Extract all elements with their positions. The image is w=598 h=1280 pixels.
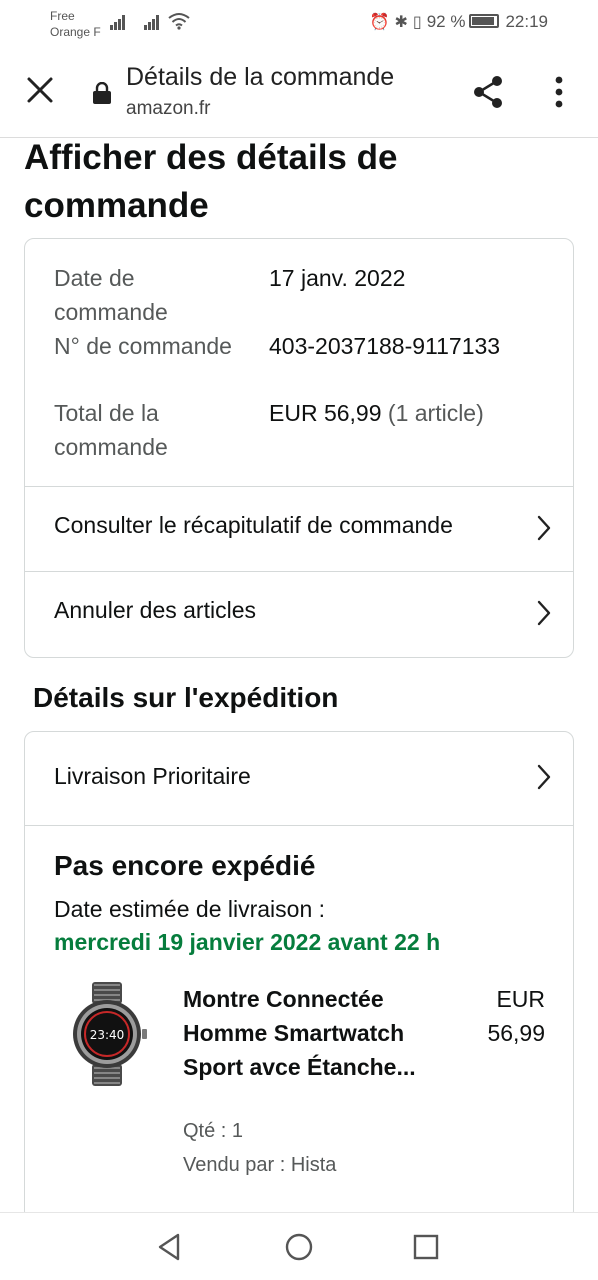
clock: 22:19 bbox=[505, 12, 548, 31]
status-right: ⏰ ✱ ▯ 92 % 22:19 bbox=[370, 12, 548, 32]
order-total-amount: EUR 56,99 bbox=[269, 400, 382, 426]
order-date-label: Date de commande bbox=[54, 265, 168, 325]
watch-display: 23:40 bbox=[90, 1028, 125, 1042]
shipment-status: Pas encore expédié bbox=[54, 850, 316, 881]
battery-percent: 92 % bbox=[426, 12, 466, 31]
page-title: Afficher des détails de commande bbox=[24, 138, 398, 225]
product-quantity: Qté : 1 bbox=[183, 1120, 244, 1142]
home-icon[interactable] bbox=[283, 1231, 315, 1263]
cancel-items-label: Annuler des articles bbox=[54, 597, 256, 623]
order-summary-link[interactable]: Consulter le récapitulatif de commande bbox=[25, 487, 573, 572]
order-summary-label: Consulter le récapitulatif de commande bbox=[54, 512, 453, 538]
product-name[interactable]: Montre Connectée Homme Smartwatch Sport … bbox=[183, 982, 443, 1084]
system-nav-bar bbox=[0, 1212, 598, 1280]
order-date-value: 17 janv. 2022 bbox=[269, 265, 406, 291]
browser-toolbar: Détails de la commande amazon.fr bbox=[0, 46, 598, 138]
chevron-right-icon bbox=[537, 764, 551, 790]
more-vert-icon[interactable] bbox=[548, 74, 570, 110]
alarm-icon: ⏰ bbox=[369, 14, 390, 31]
browser-url[interactable]: amazon.fr bbox=[126, 98, 210, 120]
order-number-value: 403-2037188-9117133 bbox=[269, 333, 501, 359]
chevron-right-icon bbox=[537, 600, 551, 626]
browser-page-title[interactable]: Détails de la commande bbox=[126, 63, 394, 92]
delivery-option-label: Livraison Prioritaire bbox=[54, 763, 251, 789]
delivery-option-link[interactable]: Livraison Prioritaire bbox=[25, 732, 573, 826]
product-image[interactable]: 23:40 bbox=[65, 982, 149, 1086]
bluetooth-icon: ✱ bbox=[394, 14, 408, 31]
shipping-section-title: Détails sur l'expédition bbox=[33, 682, 339, 713]
carrier-label: Free Orange F bbox=[50, 9, 101, 39]
recents-icon[interactable] bbox=[410, 1231, 442, 1263]
wifi-icon bbox=[168, 13, 190, 30]
order-total-value: EUR 56,99 (1 article) bbox=[269, 396, 484, 430]
product-seller: Vendu par : Hista bbox=[183, 1154, 337, 1176]
share-icon[interactable] bbox=[470, 74, 506, 110]
status-bar: Free Orange F ⏰ ✱ ▯ 92 % 22:19 bbox=[0, 0, 598, 46]
delivery-estimate-date: mercredi 19 janvier 2022 avant 22 h bbox=[54, 929, 441, 955]
close-icon[interactable] bbox=[24, 74, 56, 106]
cancel-items-link[interactable]: Annuler des articles bbox=[25, 572, 573, 657]
chevron-right-icon bbox=[537, 515, 551, 541]
back-icon[interactable] bbox=[154, 1231, 186, 1263]
order-card: Date de commande 17 janv. 2022 N° de com… bbox=[24, 238, 574, 658]
signal-icon bbox=[144, 12, 160, 30]
order-number-label: N° de commande bbox=[54, 333, 232, 359]
lock-icon bbox=[93, 82, 111, 104]
order-total-label: Total de la commande bbox=[54, 400, 168, 460]
delivery-estimate-label: Date estimée de livraison : bbox=[54, 896, 326, 922]
order-info: Date de commande 17 janv. 2022 N° de com… bbox=[25, 239, 573, 487]
vibrate-icon: ▯ bbox=[412, 14, 422, 31]
product-price: EUR 56,99 bbox=[487, 986, 545, 1046]
order-item-count: (1 article) bbox=[387, 400, 484, 426]
signal-icon bbox=[110, 12, 126, 30]
shipment-card: Livraison Prioritaire Pas encore expédié… bbox=[24, 731, 574, 1221]
battery-icon bbox=[469, 14, 500, 28]
